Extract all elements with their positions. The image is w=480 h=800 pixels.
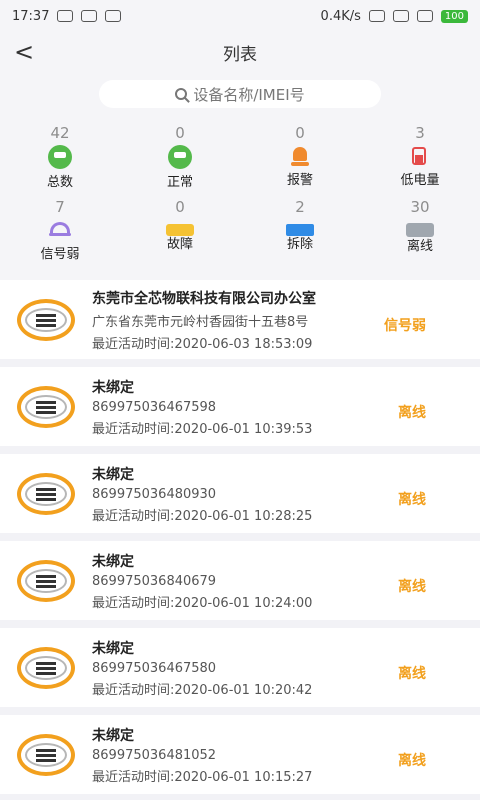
- device-subtitle: 广东省东莞市元岭村香园街十五巷8号: [92, 314, 309, 330]
- status-right: 0.4K/s 100: [321, 9, 468, 24]
- back-icon[interactable]: <: [14, 38, 34, 66]
- stat-count: 7: [55, 198, 65, 216]
- network-speed: 0.4K/s: [320, 8, 361, 24]
- list-item[interactable]: 东莞市全芯物联科技有限公司办公室 广东省东莞市元岭村香园街十五巷8号 最近活动时…: [0, 280, 480, 359]
- app-icon: [81, 10, 98, 22]
- stat-normal[interactable]: 0 正常: [120, 124, 240, 198]
- stat-label: 低电量: [400, 173, 440, 188]
- alarm-clock-icon: [392, 10, 409, 22]
- stat-removed[interactable]: 2 拆除: [240, 198, 360, 272]
- stat-weak-signal[interactable]: 7 信号弱: [0, 198, 120, 272]
- device-status: 离线: [398, 405, 426, 421]
- list-item[interactable]: 未绑定 869975036480930 最近活动时间:2020-06-01 10…: [0, 454, 480, 533]
- card-info: 东莞市全芯物联科技有限公司办公室 广东省东莞市元岭村香园街十五巷8号 最近活动时…: [92, 288, 316, 352]
- device-title: 未绑定: [92, 466, 134, 483]
- device-subtitle: 869975036467598: [92, 399, 217, 415]
- device-title: 未绑定: [92, 553, 134, 570]
- device-subtitle: 869975036481052: [92, 747, 217, 763]
- offline-icon: [406, 223, 434, 237]
- device-list: 东莞市全芯物联科技有限公司办公室 广东省东莞市元岭村香园街十五巷8号 最近活动时…: [0, 280, 480, 794]
- search-input[interactable]: 设备名称/IMEI号: [99, 80, 381, 108]
- header: < 列表: [0, 32, 480, 72]
- smoke-detector-icon: [17, 298, 75, 341]
- stat-count: 0: [175, 198, 185, 216]
- search-wrap: 设备名称/IMEI号: [0, 72, 480, 118]
- device-subtitle: 869975036467580: [92, 660, 217, 676]
- stat-count: 42: [50, 124, 70, 142]
- card-info: 未绑定 869975036481052 最近活动时间:2020-06-01 10…: [92, 725, 312, 785]
- alarm-icon: [285, 145, 315, 167]
- app2-icon: [105, 10, 122, 22]
- page-title: 列表: [223, 44, 257, 65]
- search-placeholder: 设备名称/IMEI号: [193, 85, 305, 104]
- stat-label: 信号弱: [40, 247, 80, 262]
- device-title: 未绑定: [92, 727, 134, 744]
- device-time: 最近活动时间:2020-06-01 10:28:25: [92, 508, 313, 524]
- device-status: 离线: [398, 579, 426, 595]
- device-time: 最近活动时间:2020-06-01 10:15:27: [92, 769, 313, 785]
- device-time: 最近活动时间:2020-06-01 10:39:53: [92, 421, 313, 437]
- stat-low-battery[interactable]: 3 低电量: [360, 124, 480, 198]
- device-time: 最近活动时间:2020-06-01 10:20:42: [92, 682, 313, 698]
- stats-row-2: 7 信号弱 0 故障 2 拆除 30 离线: [0, 198, 480, 272]
- list-item[interactable]: 未绑定 869975036840679 最近活动时间:2020-06-01 10…: [0, 541, 480, 620]
- list-item[interactable]: 未绑定 869975036467580 最近活动时间:2020-06-01 10…: [0, 628, 480, 707]
- smoke-detector-icon: [17, 733, 75, 776]
- device-icon: [168, 145, 192, 169]
- search-icon: [175, 88, 188, 100]
- battery-low-icon: [405, 145, 435, 167]
- device-status: 信号弱: [384, 318, 426, 334]
- device-title: 未绑定: [92, 640, 134, 657]
- device-subtitle: 869975036840679: [92, 573, 217, 589]
- stat-total[interactable]: 42 总数: [0, 124, 120, 198]
- stats-row-1: 42 总数 0 正常 0 报警 3 低电量: [0, 124, 480, 198]
- stat-label: 离线: [406, 239, 433, 254]
- signal-weak-icon: [45, 219, 75, 241]
- stat-label: 报警: [286, 173, 313, 188]
- battery-icon: 100: [440, 9, 468, 23]
- smoke-detector-icon: [17, 646, 75, 689]
- card-info: 未绑定 869975036467598 最近活动时间:2020-06-01 10…: [92, 377, 312, 437]
- remove-icon: [286, 224, 314, 236]
- status-left: 17:37: [12, 8, 122, 24]
- card-info: 未绑定 869975036840679 最近活动时间:2020-06-01 10…: [92, 551, 312, 611]
- stat-count: 0: [295, 124, 305, 142]
- stat-label: 总数: [46, 175, 73, 190]
- device-title: 未绑定: [92, 379, 134, 396]
- smoke-detector-icon: [17, 559, 75, 602]
- stats-panel: 42 总数 0 正常 0 报警 3 低电量 7 信号弱 0 故障 2 拆除 30…: [0, 118, 480, 280]
- status-bar: 17:37 0.4K/s 100: [0, 0, 480, 32]
- stat-label: 正常: [166, 175, 193, 190]
- stat-offline[interactable]: 30 离线: [360, 198, 480, 272]
- fault-icon: [166, 224, 194, 236]
- device-title: 东莞市全芯物联科技有限公司办公室: [92, 290, 316, 307]
- list-item[interactable]: 未绑定 869975036467598 最近活动时间:2020-06-01 10…: [0, 367, 480, 446]
- stat-count: 2: [295, 198, 305, 216]
- list-item[interactable]: 未绑定 869975036481052 最近活动时间:2020-06-01 10…: [0, 715, 480, 794]
- status-time: 17:37: [12, 8, 50, 24]
- notification-icon: [57, 10, 74, 22]
- stat-count: 3: [415, 124, 425, 142]
- stat-alarm[interactable]: 0 报警: [240, 124, 360, 198]
- smoke-detector-icon: [17, 385, 75, 428]
- stat-count: 30: [410, 198, 430, 216]
- device-icon: [48, 145, 72, 169]
- bluetooth-icon: [368, 10, 385, 22]
- device-subtitle: 869975036480930: [92, 486, 217, 502]
- device-status: 离线: [398, 753, 426, 769]
- stat-count: 0: [175, 124, 185, 142]
- card-info: 未绑定 869975036480930 最近活动时间:2020-06-01 10…: [92, 464, 312, 524]
- device-status: 离线: [398, 492, 426, 508]
- device-time: 最近活动时间:2020-06-03 18:53:09: [92, 336, 313, 352]
- device-status: 离线: [398, 666, 426, 682]
- wifi-icon: [416, 10, 433, 22]
- device-time: 最近活动时间:2020-06-01 10:24:00: [92, 595, 313, 611]
- stat-fault[interactable]: 0 故障: [120, 198, 240, 272]
- smoke-detector-icon: [17, 472, 75, 515]
- card-info: 未绑定 869975036467580 最近活动时间:2020-06-01 10…: [92, 638, 312, 698]
